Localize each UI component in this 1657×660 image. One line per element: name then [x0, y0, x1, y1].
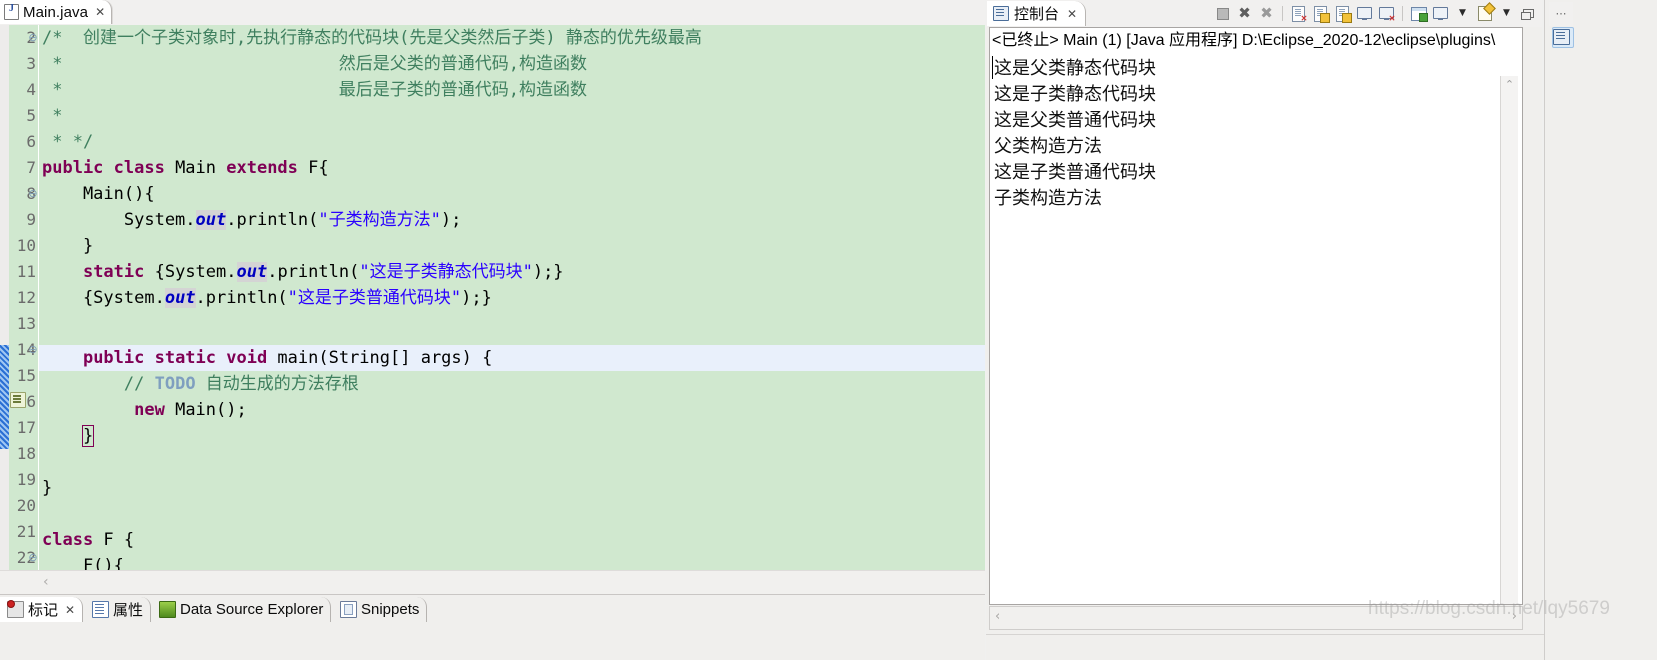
console-output-list: 这是父类静态代码块 这是子类静态代码块 这是父类普通代码块 父类构造方法 这是子… — [994, 55, 1522, 211]
code-line-15: // TODO 自动生成的方法存根 — [123, 374, 359, 394]
open-console-button[interactable] — [1475, 4, 1494, 23]
code-line-6: * */ — [42, 132, 94, 152]
right-strip-console-shortcut[interactable] — [1550, 26, 1574, 48]
console-output-area[interactable]: <已终止> Main (1) [Java 应用程序] D:\Eclipse_20… — [989, 27, 1523, 605]
scroll-left-icon[interactable]: ‹ — [43, 574, 49, 590]
clear-console-button[interactable]: ✕ — [1289, 4, 1308, 23]
console-icon — [993, 6, 1009, 21]
console-toolbar: ✖ ✖ ✕ ✕ ▼ ▼ — [1213, 2, 1538, 24]
marker-icon — [7, 600, 24, 618]
java-file-icon — [4, 3, 19, 20]
eclipse-window: Main.java ✕ 2345678910111213141516171819… — [0, 0, 1657, 660]
bottom-tab-markers[interactable]: 标记 ✕ — [0, 597, 84, 622]
properties-icon — [92, 601, 109, 618]
fold-toggle-icon[interactable]: ⊖ — [28, 181, 38, 207]
remove-all-launches-button[interactable]: ✖ — [1257, 4, 1276, 23]
console-view-icon — [1553, 29, 1570, 45]
toolbar-separator — [1402, 5, 1403, 21]
console-output-line: 父类构造方法 — [994, 136, 1102, 156]
code-text[interactable]: /* 创建一个子类对象时,先执行静态的代码块(先是父类然后子类) 静态的优先级最… — [39, 25, 985, 570]
scroll-right-icon[interactable]: › — [1512, 609, 1517, 624]
right-fast-view-bar: ⋯ — [1544, 0, 1657, 660]
scroll-down-icon[interactable]: ⌄ — [1501, 596, 1518, 604]
console-output-line: 这是子类普通代码块 — [994, 162, 1156, 182]
show-console-on-output-button[interactable] — [1355, 4, 1374, 23]
console-horizontal-scrollbar[interactable]: ‹ › — [989, 606, 1523, 630]
code-line-5: * — [42, 106, 63, 126]
fold-toggle-icon[interactable]: ⊖ — [28, 545, 38, 570]
fold-toggle-icon[interactable]: ⊖ — [28, 25, 38, 51]
code-line-2: /* 创建一个子类对象时,先执行静态的代码块(先是父类然后子类) 静态的优先级最… — [42, 28, 702, 48]
code-line-4: * 最后是子类的普通代码,构造函数 — [42, 80, 588, 100]
data-source-icon — [159, 601, 176, 618]
bottom-tab-snippets[interactable]: Snippets — [333, 597, 428, 622]
editor-horizontal-scrollbar[interactable]: ‹ — [0, 570, 985, 595]
bottom-view-tabbar: 标记 ✕ 属性 Data Source Explorer Snippets — [0, 594, 985, 660]
code-line-11: static {System.out.println("这是子类静态代码块");… — [82, 262, 564, 282]
console-panel: 控制台 ✕ ✖ ✖ ✕ ✕ ▼ ▼ <已终止> Main (1) [Java 应… — [986, 0, 1542, 660]
scroll-left-icon[interactable]: ‹ — [995, 609, 1000, 624]
snippets-icon — [340, 601, 357, 618]
launch-configuration-line: <已终止> Main (1) [Java 应用程序] D:\Eclipse_20… — [992, 32, 1496, 49]
code-line-3: * 然后是父类的普通代码,构造函数 — [42, 54, 588, 74]
code-folding-column[interactable]: ⊖ ⊖ ⊖ ⊖ — [28, 25, 38, 570]
show-console-on-error-button[interactable]: ✕ — [1377, 4, 1396, 23]
code-line-8: Main(){ — [42, 184, 155, 204]
remove-launch-button[interactable]: ✖ — [1235, 4, 1254, 23]
terminate-button[interactable] — [1213, 4, 1232, 23]
changed-lines-bar — [0, 345, 9, 449]
close-icon[interactable]: ✕ — [1067, 7, 1077, 21]
console-output-line: 这是父类普通代码块 — [994, 110, 1156, 130]
editor-tab-label: Main.java — [23, 3, 89, 21]
code-line-10: } — [42, 236, 94, 256]
close-icon[interactable]: ✕ — [65, 603, 75, 617]
scroll-lock-button[interactable] — [1311, 4, 1330, 23]
bottom-tab-label: 标记 — [28, 602, 59, 619]
console-tab-label: 控制台 — [1014, 6, 1060, 23]
code-line-12: {System.out.println("这是子类普通代码块");} — [42, 288, 492, 308]
close-icon[interactable]: ✕ — [95, 5, 105, 19]
console-output-line: 这是子类静态代码块 — [994, 84, 1156, 104]
editor-tab-main-java[interactable]: Main.java ✕ — [0, 0, 113, 24]
code-line-14: public static void main(String[] args) { — [82, 348, 493, 368]
console-tab[interactable]: 控制台 ✕ — [987, 1, 1087, 26]
code-line-9: System.out.println("子类构造方法"); — [42, 210, 462, 230]
status-bar — [986, 634, 1544, 660]
code-area[interactable]: 2 3 4 5 6 7 8 9 10 11 12 13 14 15 16 17 18 19 20 21 22 ⊖ ⊖ ⊖ ⊖ … — [0, 25, 985, 570]
bottom-tab-label: 属性 — [113, 602, 144, 619]
fold-toggle-icon[interactable]: ⊖ — [28, 337, 38, 363]
code-line-16: new Main(); — [134, 400, 247, 420]
pin-console-button[interactable] — [1409, 4, 1428, 23]
display-selected-console-button[interactable] — [1431, 4, 1450, 23]
bottom-tab-label: Snippets — [361, 601, 420, 618]
display-selected-console-dropdown[interactable]: ▼ — [1453, 4, 1472, 23]
console-output-line: 子类构造方法 — [994, 188, 1102, 208]
console-text-caret — [992, 56, 993, 79]
right-strip-restore-tab[interactable]: ⋯ — [1549, 2, 1573, 26]
code-line-7: public class Main extends F{ — [42, 158, 329, 178]
console-vertical-scrollbar[interactable]: ⌃ ⌄ — [1500, 76, 1518, 604]
word-wrap-button[interactable] — [1333, 4, 1352, 23]
code-line-22: F(){ — [42, 556, 124, 570]
editor-tabbar: Main.java ✕ — [0, 0, 985, 26]
open-console-dropdown[interactable]: ▼ — [1497, 4, 1516, 23]
bottom-tab-data-source-explorer[interactable]: Data Source Explorer — [152, 597, 332, 622]
toolbar-separator — [1282, 5, 1283, 21]
todo-annotation-icon[interactable] — [10, 392, 26, 408]
bottom-tab-properties[interactable]: 属性 — [85, 597, 152, 622]
code-line-21: class F { — [42, 530, 135, 550]
scroll-up-icon[interactable]: ⌃ — [1501, 76, 1518, 93]
console-output-line: 这是父类静态代码块 — [994, 58, 1156, 78]
code-line-19: } — [42, 478, 53, 498]
bottom-tab-label: Data Source Explorer — [180, 601, 324, 618]
editor-panel: Main.java ✕ 2345678910111213141516171819… — [0, 0, 985, 595]
change-marker-strip — [0, 25, 9, 570]
console-tabbar: 控制台 ✕ ✖ ✖ ✕ ✕ ▼ ▼ — [986, 0, 1542, 27]
minimize-button[interactable] — [1519, 4, 1538, 23]
code-line-17: } — [81, 425, 95, 447]
